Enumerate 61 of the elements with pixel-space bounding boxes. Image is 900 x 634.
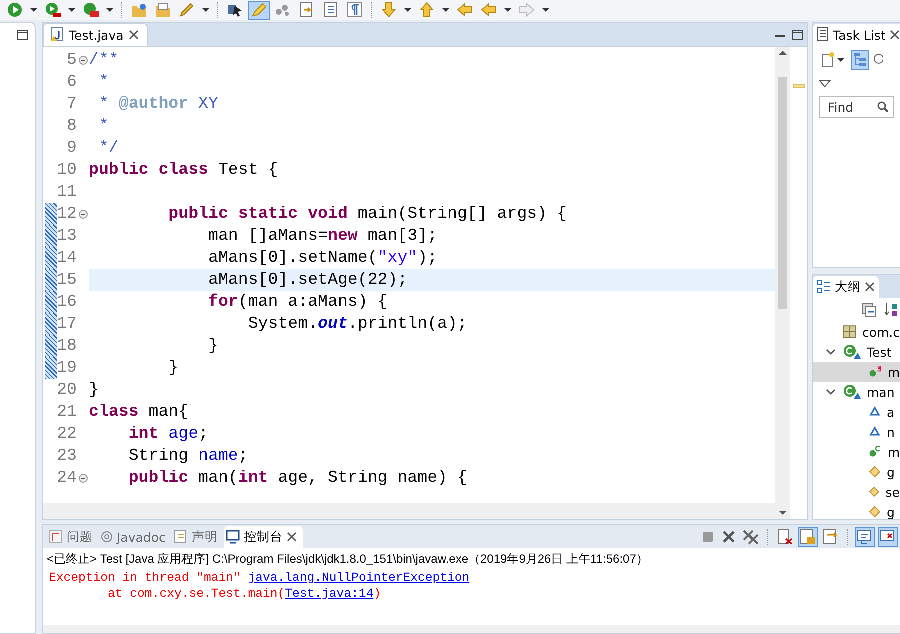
stack-trace-link[interactable]: Test.java:14 (285, 587, 374, 601)
code-line: * (98, 71, 110, 93)
line-number: 17 (57, 313, 77, 335)
line-number: 11 (57, 181, 77, 203)
code-line: * (98, 115, 110, 137)
line-number: 12 (57, 203, 77, 225)
code-line: } (207, 335, 220, 357)
console-tab[interactable]: 声明 (172, 526, 224, 548)
outline-item[interactable]: man (813, 382, 900, 402)
line-number: 5 (66, 49, 77, 71)
console-tab[interactable]: 控制台 (224, 526, 303, 548)
editor-tab[interactable]: Test.java (43, 23, 148, 46)
line-number: 7 (66, 93, 77, 115)
line-number: 19 (57, 357, 77, 379)
line-number: 24 (57, 467, 77, 489)
outline-item[interactable]: m (813, 442, 900, 462)
line-number: 16 (57, 291, 77, 313)
line-number: 14 (57, 247, 77, 269)
code-line: man []aMans=new man[3]; (207, 225, 439, 247)
outline-item[interactable]: g (813, 462, 900, 482)
find-field[interactable]: Find (819, 96, 894, 118)
panel-tab[interactable]: Task List (813, 24, 900, 46)
code-line: /** (89, 49, 120, 71)
line-number: 10 (57, 159, 77, 181)
outline-item[interactable]: g (813, 502, 900, 519)
line-number: 18 (57, 335, 77, 357)
code-line: public class Test { (89, 159, 280, 181)
code-line: public static void main(String[] args) { (168, 203, 568, 225)
outline-item[interactable]: n (813, 422, 900, 442)
outline-item[interactable]: se (813, 482, 900, 502)
code-line: System.out.println(a); (247, 313, 468, 335)
line-number: 21 (57, 401, 77, 423)
line-number: 22 (57, 423, 77, 445)
console-tab[interactable]: 问题 (47, 526, 99, 548)
code-line: } (89, 379, 100, 401)
code-line: for(man a:aMans) { (207, 291, 389, 313)
code-line: public man(int age, String name) { (128, 467, 468, 489)
line-number: 13 (57, 225, 77, 247)
line-number: 6 (66, 71, 77, 93)
code-line: } (168, 357, 180, 379)
code-line: aMans[0].setName("xy"); (207, 247, 439, 269)
code-line: int age; (128, 423, 210, 445)
console-tab[interactable]: Javadoc (99, 526, 172, 548)
code-line: * @author XY (98, 93, 220, 115)
outline-item[interactable]: Test (813, 342, 900, 362)
console-output-line: at com.cxy.se.Test.main(Test.java:14) (107, 586, 382, 602)
console-output-line: Exception in thread "main" java.lang.NullPointerException (48, 570, 471, 586)
outline-item[interactable]: m (813, 362, 900, 382)
stack-trace-link[interactable]: java.lang.NullPointerException (248, 571, 470, 585)
console-header: <已终止> Test [Java 应用程序] C:\Program Files\jdk\jdk1.8.0_151\bin\javaw.exe（2019年9月26日 上午11:56:07） (46, 551, 650, 568)
line-number: 23 (57, 445, 77, 467)
line-number: 15 (57, 269, 77, 291)
code-line: */ (98, 137, 120, 159)
outline-item[interactable]: a (813, 402, 900, 422)
line-number: 8 (66, 115, 77, 137)
line-number: 20 (57, 379, 77, 401)
code-line: String name; (128, 445, 250, 467)
line-number: 9 (66, 137, 77, 159)
outline-item[interactable]: com.c (813, 322, 900, 342)
code-line: class man{ (89, 401, 190, 423)
panel-tab[interactable]: 大纲 (813, 276, 879, 298)
